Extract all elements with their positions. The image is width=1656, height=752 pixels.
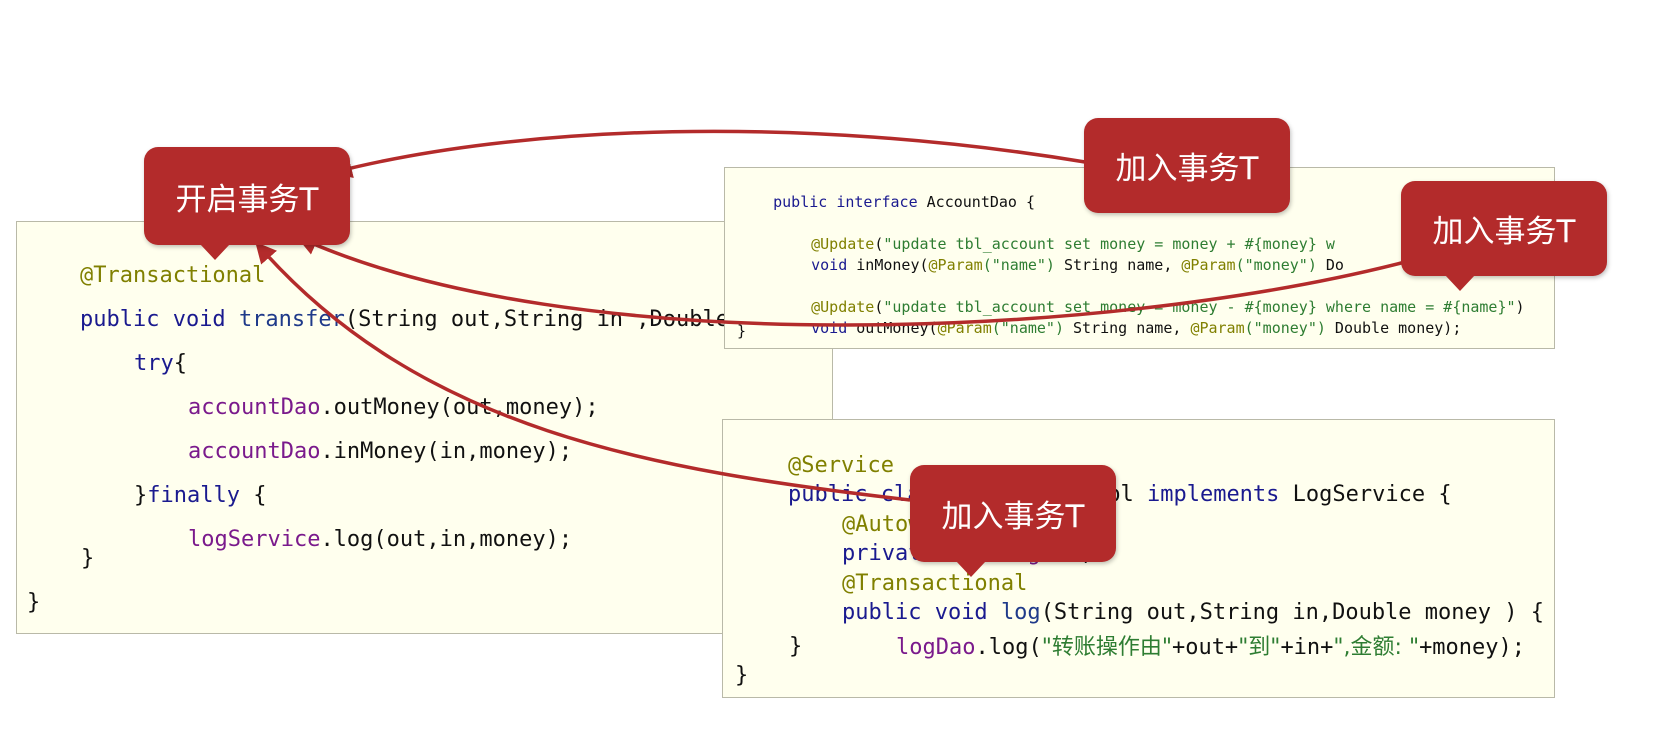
bubble-label: 加入事务T [1115,151,1259,187]
arrow-dao-out-to-start [296,235,1406,327]
bubble-tail [200,244,230,260]
arrow-dao-in-to-start [330,129,1086,179]
bubble-label: 开启事务T [175,181,319,218]
arrows-layer [255,129,1406,502]
bubble-start-transaction: 开启事务T [144,147,350,245]
bubble-join-dao-in: 加入事务T [1084,118,1290,213]
bubble-join-log: 加入事务T [910,465,1116,562]
arrow-log-to-start [255,241,911,502]
bubble-join-dao-out: 加入事务T [1401,181,1607,276]
bubble-tail [1445,275,1475,291]
bubble-label: 加入事务T [941,499,1085,535]
bubble-label: 加入事务T [1432,214,1576,250]
bubble-tail [956,561,986,577]
